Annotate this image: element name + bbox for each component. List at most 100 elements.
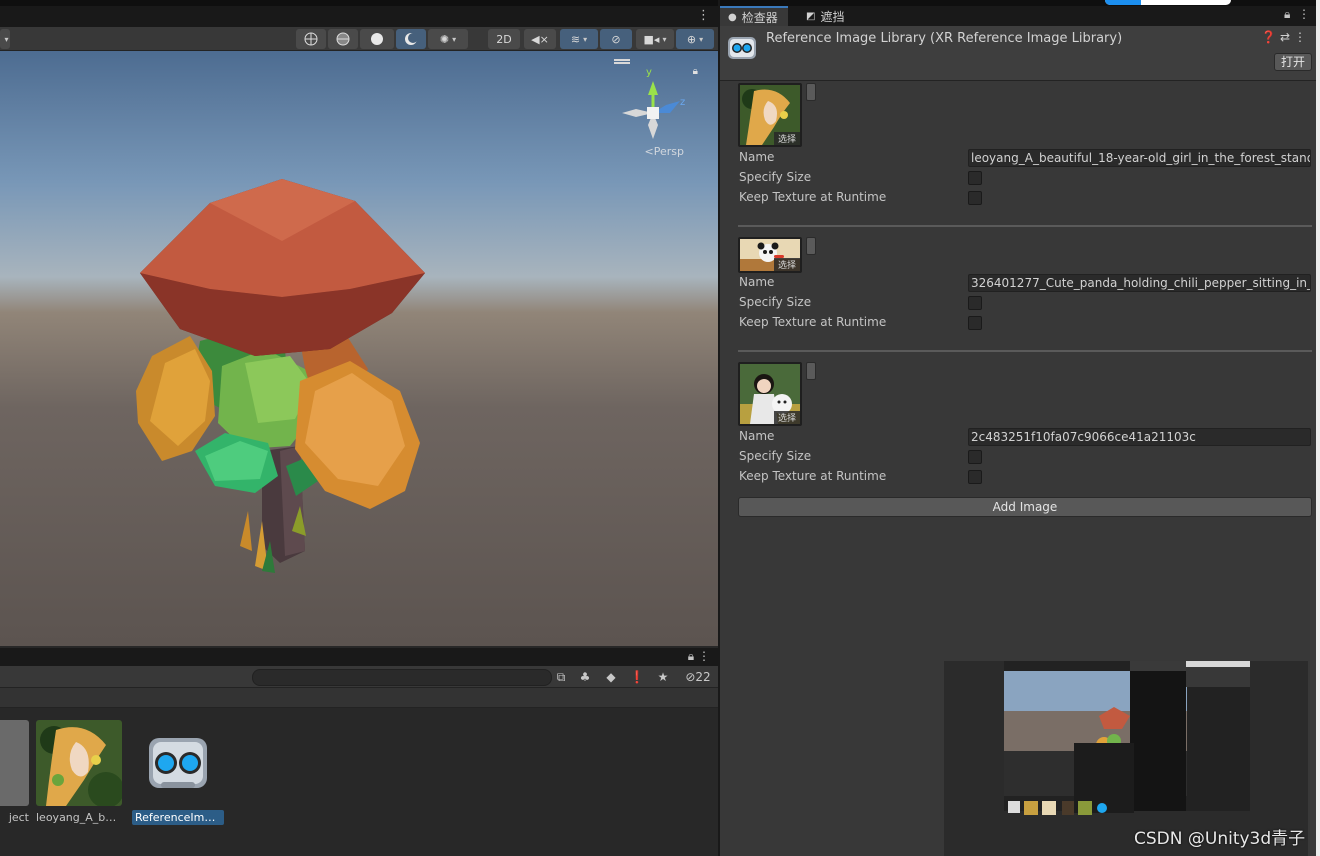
- asset-tile[interactable]: ject: [0, 720, 32, 825]
- texture-picker-button[interactable]: [806, 83, 816, 101]
- filter-log-type-icon[interactable]: ❗: [628, 668, 646, 686]
- specify-size-checkbox[interactable]: [968, 296, 982, 310]
- keep-texture-checkbox[interactable]: [968, 470, 982, 484]
- select-texture-label[interactable]: 选择: [773, 411, 800, 424]
- globe-icon: ⊕: [686, 32, 697, 46]
- inspector-header: Reference Image Library (XR Reference Im…: [720, 26, 1320, 81]
- texture-slot[interactable]: 选择: [738, 237, 802, 273]
- project-panel-controls[interactable]: 🔒︎ ⋮: [688, 649, 710, 664]
- effects-toggle-button[interactable]: ≋ ▾: [560, 29, 598, 49]
- reference-image-entry: 选择 Name 2c483251f10fa07c9066ce41a21103c …: [738, 362, 1312, 490]
- asset-label: leoyang_A_beau...: [36, 811, 125, 824]
- occlusion-icon: ◩: [806, 10, 816, 22]
- filter-by-type-icon[interactable]: ♣: [576, 668, 594, 686]
- camera-icon: ■◂: [643, 32, 660, 46]
- tab-label: 遮挡: [820, 9, 845, 24]
- shaded-wireframe-button[interactable]: [328, 29, 358, 49]
- scene-visibility-button[interactable]: ⊘: [600, 29, 632, 49]
- favorites-star-icon[interactable]: ★: [654, 668, 672, 686]
- gizmo-lock-icon[interactable]: 🔒︎: [693, 66, 698, 77]
- inspector-tabstrip: ● 检查器 ◩ 遮挡 🔒︎ ⋮: [720, 0, 1320, 26]
- open-button[interactable]: 打开: [1274, 53, 1312, 71]
- keep-texture-checkbox[interactable]: [968, 316, 982, 330]
- specify-size-label: Specify Size: [739, 449, 812, 463]
- shaded-button[interactable]: [360, 29, 394, 49]
- wireframe-sphere-icon: [304, 32, 318, 46]
- specify-size-row: Specify Size: [738, 448, 1312, 466]
- name-row: Name leoyang_A_beautiful_18-year-old_gir…: [738, 149, 1312, 167]
- window-edge-strip: [1316, 0, 1320, 856]
- specify-size-label: Specify Size: [739, 170, 812, 184]
- keep-texture-row: Keep Texture at Runtime: [738, 314, 1312, 332]
- scene-dropdown-button[interactable]: ▾: [0, 29, 10, 49]
- moon-sphere-icon: [405, 33, 418, 45]
- scene-toolbar: ▾ ✺ ▾ 2D ◀× ≋ ▾ ⊘ ■◂ ▾ ⊕ ▾: [0, 27, 718, 51]
- asset-search-input[interactable]: [252, 669, 552, 686]
- name-field[interactable]: leoyang_A_beautiful_18-year-old_girl_in_…: [968, 149, 1311, 167]
- solid-sphere-icon: [371, 33, 383, 45]
- shaded-wire-sphere-icon: [336, 32, 350, 46]
- eye-slash-icon: ⊘: [611, 32, 621, 46]
- preset-icon[interactable]: ⇄: [1280, 30, 1294, 44]
- asset-label: ReferenceImage...: [132, 810, 224, 825]
- entry-separator: [738, 350, 1312, 352]
- project-breadcrumb: [0, 688, 718, 708]
- xr-reference-library-icon: [728, 37, 756, 59]
- gizmos-button[interactable]: ⊕ ▾: [676, 29, 714, 49]
- texture-picker-button[interactable]: [806, 237, 816, 255]
- specify-size-label: Specify Size: [739, 295, 812, 309]
- camera-settings-button[interactable]: ■◂ ▾: [636, 29, 674, 49]
- name-label: Name: [739, 275, 775, 289]
- specify-size-checkbox[interactable]: [968, 171, 982, 185]
- entry-separator: [738, 225, 1312, 227]
- info-icon: ●: [728, 11, 737, 23]
- filter-by-label-icon[interactable]: ◆: [602, 668, 620, 686]
- watermark-text: CSDN @Unity3d青子: [1134, 829, 1306, 849]
- speaker-muted-icon: ◀×: [531, 32, 549, 46]
- asset-tile-selected[interactable]: ReferenceImage...: [132, 720, 224, 825]
- name-field[interactable]: 2c483251f10fa07c9066ce41a21103c: [968, 428, 1311, 446]
- bug-icon: ✺: [439, 32, 450, 46]
- specify-size-checkbox[interactable]: [968, 450, 982, 464]
- scene-viewport[interactable]: y z 🔒︎ <Persp: [0, 51, 718, 646]
- keep-texture-row: Keep Texture at Runtime: [738, 468, 1312, 486]
- name-label: Name: [739, 150, 775, 164]
- lit-shading-button[interactable]: [396, 29, 426, 49]
- search-by-type-icon[interactable]: ⧉: [552, 668, 570, 686]
- asset-tile[interactable]: leoyang_A_beau...: [33, 720, 125, 825]
- wireframe-shading-button[interactable]: [296, 29, 326, 49]
- tab-occlusion[interactable]: ◩ 遮挡: [798, 6, 854, 26]
- reference-image-entry: 选择 Name leoyang_A_beautiful_18-year-old_…: [738, 83, 1312, 213]
- inspector-lock-menu[interactable]: 🔒︎ ⋮: [1284, 7, 1310, 22]
- debug-draw-button[interactable]: ✺ ▾: [428, 29, 468, 49]
- keep-texture-label: Keep Texture at Runtime: [739, 190, 887, 204]
- 2d-toggle-button[interactable]: 2D: [488, 29, 520, 49]
- project-toolbar: 🔍︎ ⧉ ♣ ◆ ❗ ★ ⊘22: [0, 666, 718, 688]
- more-menu-icon[interactable]: ⋮: [1294, 30, 1310, 44]
- texture-slot[interactable]: 选择: [738, 362, 802, 426]
- layers-icon: ≋: [570, 32, 581, 46]
- hidden-packages-toggle[interactable]: ⊘22: [680, 668, 716, 686]
- texture-slot[interactable]: 选择: [738, 83, 802, 147]
- tab-label: 检查器: [741, 10, 778, 25]
- tab-inspector[interactable]: ● 检查器: [720, 6, 788, 26]
- inspector-title: Reference Image Library (XR Reference Im…: [766, 31, 1123, 46]
- scene-menu-icon[interactable]: ⋮: [697, 8, 710, 23]
- name-field[interactable]: 326401277_Cute_panda_holding_chili_peppe…: [968, 274, 1311, 292]
- inspector-header-icons[interactable]: ❓⇄⋮: [1261, 30, 1310, 44]
- floating-window-pill-accent: [1105, 0, 1141, 5]
- project-asset-grid: ject leoyang_A_beau...: [0, 708, 718, 856]
- help-icon[interactable]: ❓: [1261, 30, 1280, 44]
- texture-picker-button[interactable]: [806, 362, 816, 380]
- project-panel: 🔒︎ ⋮ 🔍︎ ⧉ ♣ ◆ ❗ ★ ⊘22 ject: [0, 648, 718, 856]
- add-image-button[interactable]: Add Image: [738, 497, 1312, 517]
- select-texture-label[interactable]: 选择: [773, 258, 800, 271]
- perspective-label[interactable]: <Persp: [645, 145, 684, 158]
- eye-slash-icon: ⊘: [685, 670, 696, 684]
- select-texture-label[interactable]: 选择: [773, 132, 800, 145]
- girl-in-forest-thumbnail: [36, 720, 122, 806]
- unity-object-icon: [0, 720, 29, 806]
- keep-texture-checkbox[interactable]: [968, 191, 982, 205]
- viewport-drag-handle[interactable]: [614, 59, 630, 61]
- audio-toggle-button[interactable]: ◀×: [524, 29, 556, 49]
